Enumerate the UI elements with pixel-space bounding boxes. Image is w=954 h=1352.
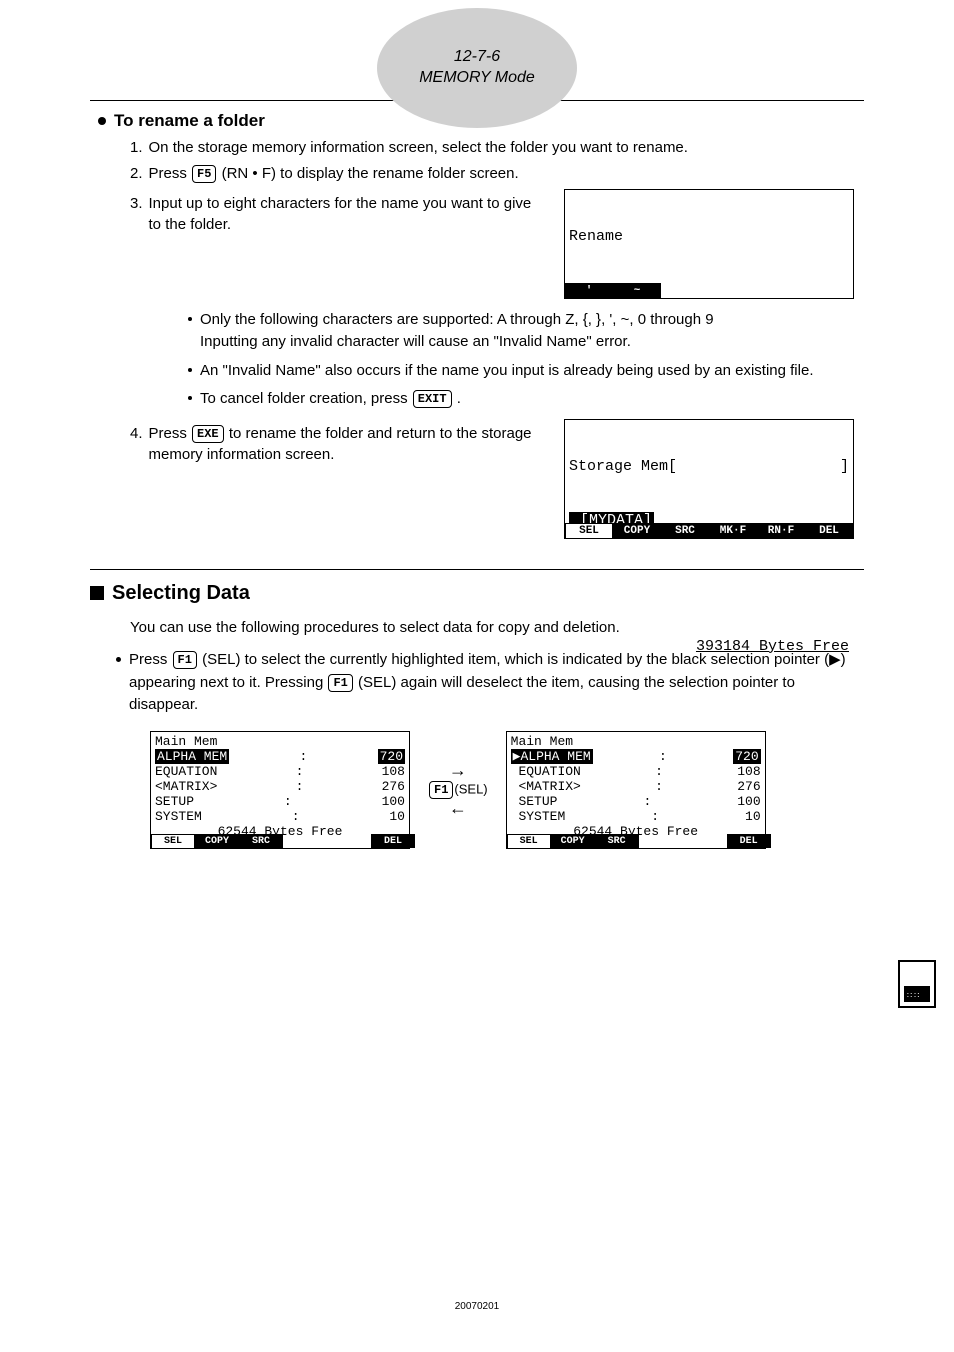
lcdA-r2v: 276 [382, 779, 405, 794]
sk-a-del[interactable]: DEL [371, 834, 415, 848]
bullet-icon [188, 317, 192, 321]
key-exe: EXE [192, 425, 224, 443]
arrow-mid: (SEL) [454, 781, 487, 796]
lcdA-r4n: SYSTEM [155, 809, 202, 824]
bullet-icon [188, 396, 192, 400]
softkey-sel[interactable]: SEL [565, 523, 613, 538]
lcdA-r3n: SETUP [155, 794, 194, 809]
page-header-badge: 12-7-6 MEMORY Mode [377, 8, 577, 128]
lcd-storage: Storage Mem[ ] [MYDATA] 393184 Bytes Fre… [564, 419, 854, 539]
softkey-copy[interactable]: COPY [613, 523, 661, 538]
arrow-left-icon: ← [449, 799, 467, 819]
softkey-del[interactable]: DEL [805, 523, 853, 538]
section2-heading-text: Selecting Data [112, 582, 250, 605]
note-3b: . [457, 390, 461, 407]
sk-b-src[interactable]: SRC [595, 834, 639, 848]
bullet-icon [98, 117, 106, 125]
lcdB-r1n: EQUATION [511, 764, 581, 779]
lcdA-r2n: <MATRIX> [155, 779, 217, 794]
step-3-text: Input up to eight characters for the nam… [149, 193, 544, 237]
key-exit: EXIT [413, 390, 452, 408]
lcdA-r3v: 100 [382, 794, 405, 809]
lcdB-r1v: 108 [737, 764, 760, 779]
lcdB-r4v: 10 [745, 809, 761, 824]
softkey-rnf[interactable]: RN·F [757, 523, 805, 538]
lcd-mainmem-b: Main Mem ▶ALPHA MEM:720 EQUATION:108 <MA… [506, 731, 766, 849]
lcd-rename: Rename [AOLDER1 ] ' ~ [564, 189, 854, 299]
header-title: MEMORY Mode [419, 68, 535, 89]
step-4: 4. Press EXE to rename the folder and re… [130, 423, 544, 467]
step-1: 1. On the storage memory information scr… [130, 137, 854, 159]
lcdA-r1n: EQUATION [155, 764, 217, 779]
arrow-column: → F1(SEL) ← [428, 761, 488, 819]
step-2a: Press [149, 165, 192, 182]
softkey-tilde[interactable]: ~ [613, 283, 661, 298]
note-3a: To cancel folder creation, press [200, 390, 412, 407]
lcd1-line1: Rename [569, 228, 849, 246]
arrow-right-icon: → [449, 761, 467, 781]
step-1-text: On the storage memory information screen… [149, 137, 688, 159]
lcdB-title: Main Mem [511, 734, 761, 749]
calculator-icon: ∷∷ [898, 960, 936, 1008]
header-code: 12-7-6 [454, 47, 500, 68]
lcd2-title-l: Storage Mem[ [569, 458, 677, 476]
note-2: An "Invalid Name" also occurs if the nam… [188, 360, 854, 383]
bullet-icon [116, 657, 121, 662]
note-3: To cancel folder creation, press EXIT . [188, 388, 854, 411]
lcdB-r4n: SYSTEM [511, 809, 566, 824]
s2-ba: Press [129, 651, 172, 668]
softkey-apos[interactable]: ' [565, 283, 613, 298]
sk-a-sel[interactable]: SEL [151, 834, 195, 848]
lcdB-r2n: <MATRIX> [511, 779, 581, 794]
key-f1-arrow: F1 [429, 781, 453, 799]
lcdB-r3n: SETUP [511, 794, 558, 809]
note-1b: Inputting any invalid character will cau… [200, 333, 631, 350]
step-4a: Press [149, 425, 192, 442]
key-f5: F5 [192, 165, 216, 183]
lcdA-r4v: 10 [389, 809, 405, 824]
section1-heading-text: To rename a folder [114, 111, 265, 131]
square-icon [90, 586, 104, 600]
sk-b-del[interactable]: DEL [727, 834, 771, 848]
lcdB-r3v: 100 [737, 794, 760, 809]
lcdA-r0n: ALPHA MEM [155, 749, 229, 764]
sk-a-src[interactable]: SRC [239, 834, 283, 848]
lcdA-title: Main Mem [155, 734, 405, 749]
sk-a-copy[interactable]: COPY [195, 834, 239, 848]
lcdB-r2v: 276 [737, 779, 760, 794]
lcd2-title-r: ] [840, 458, 849, 476]
lcd2-free: 393184 Bytes Free [569, 638, 849, 656]
lcd-mainmem-a: Main Mem ALPHA MEM:720 EQUATION:108 <MAT… [150, 731, 410, 849]
softkey-src[interactable]: SRC [661, 523, 709, 538]
lcdB-r0v: 720 [733, 749, 760, 764]
sk-b-sel[interactable]: SEL [507, 834, 551, 848]
bullet-icon [188, 368, 192, 372]
step-3: 3. Input up to eight characters for the … [130, 193, 544, 237]
lcdB-r0n: ▶ALPHA MEM [511, 749, 593, 764]
lcdA-r0v: 720 [378, 749, 405, 764]
footer-date: 20070201 [455, 1301, 500, 1312]
sk-b-copy[interactable]: COPY [551, 834, 595, 848]
step-2: 2. Press F5 (RN • F) to display the rena… [130, 163, 854, 185]
lcdA-r1v: 108 [382, 764, 405, 779]
key-f1-2: F1 [328, 674, 352, 692]
softkey-mkf[interactable]: MK·F [709, 523, 757, 538]
step-2b: (RN • F) to display the rename folder sc… [222, 165, 519, 182]
key-f1: F1 [173, 651, 197, 669]
note-2-text: An "Invalid Name" also occurs if the nam… [200, 360, 813, 383]
